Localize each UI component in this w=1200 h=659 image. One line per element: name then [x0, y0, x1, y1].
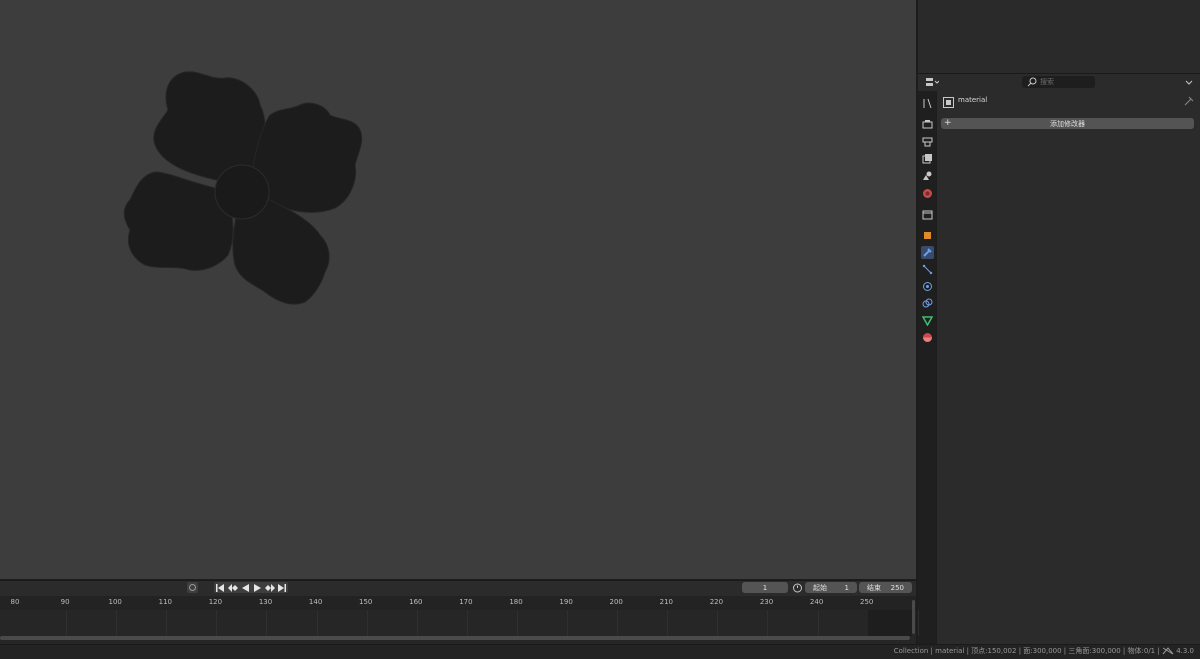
timeline-ruler[interactable]	[0, 596, 916, 610]
end-value: 250	[890, 583, 904, 592]
world-tab-icon[interactable]	[921, 187, 934, 200]
tick-label: 110	[158, 598, 172, 606]
editor-type-icon[interactable]	[925, 77, 940, 88]
timeline-grid-line	[667, 610, 669, 636]
timeline-grid-line	[917, 610, 919, 636]
jump-start-icon[interactable]	[215, 582, 225, 593]
object-tab-icon[interactable]	[921, 229, 934, 242]
output-tab-icon[interactable]	[921, 135, 934, 148]
search-icon	[1027, 77, 1037, 87]
properties-panel	[937, 91, 1200, 644]
tick-label: 90	[60, 598, 70, 606]
tick-label: 150	[359, 598, 373, 606]
flower-mesh[interactable]	[110, 60, 380, 320]
version-label: 4.3.0	[1176, 647, 1194, 655]
add-modifier-button[interactable]: 添加修改器	[941, 118, 1194, 129]
tick-label: 80	[10, 598, 20, 606]
jump-end-icon[interactable]	[277, 582, 287, 593]
object-name-label: material	[958, 96, 988, 104]
timeline-grid-line	[617, 610, 619, 636]
end-label: 结束	[867, 583, 881, 592]
timeline-grid-line	[717, 610, 719, 636]
timeline-grid-line	[266, 610, 268, 636]
timeline-end-region	[868, 610, 912, 636]
timeline-grid-line	[316, 610, 318, 636]
play-reverse-icon[interactable]	[240, 582, 250, 593]
tick-label: 160	[409, 598, 423, 606]
tick-label: 130	[258, 598, 273, 606]
network-icon	[1162, 647, 1174, 655]
modifiers-tab-icon[interactable]	[921, 246, 934, 259]
tick-label: 210	[659, 598, 673, 606]
timeline-grid-line	[466, 610, 468, 636]
search-placeholder: 搜索	[1040, 78, 1054, 86]
timeline-grid-line	[817, 610, 819, 636]
timeline-grid-line	[767, 610, 769, 636]
horizontal-scrollbar[interactable]	[0, 636, 910, 640]
material-tab-icon[interactable]	[921, 331, 934, 344]
tick-label: 230	[759, 598, 774, 606]
tool-tab-icon[interactable]	[921, 97, 934, 110]
scene-statistics: Collection | material | 顶点:150,002 | 面:3…	[893, 647, 1160, 655]
current-frame-field[interactable]: 1	[742, 582, 788, 593]
chevron-down-icon[interactable]	[1184, 77, 1194, 87]
status-info: Collection | material | 顶点:150,002 | 面:3…	[894, 646, 1194, 656]
physics-tab-icon[interactable]	[921, 280, 934, 293]
data-tab-icon[interactable]	[921, 314, 934, 327]
particles-tab-icon[interactable]	[921, 263, 934, 276]
play-icon[interactable]	[252, 582, 262, 593]
scene-tab-icon[interactable]	[921, 169, 934, 182]
plus-icon: +	[944, 118, 952, 128]
timeline-grid-line	[216, 610, 218, 636]
tick-label: 220	[709, 598, 724, 606]
tick-label: 100	[108, 598, 122, 606]
timeline-grid-line	[166, 610, 168, 636]
timeline-grid-line	[516, 610, 518, 636]
start-value: 1	[844, 583, 849, 592]
prev-keyframe-icon[interactable]	[227, 582, 239, 593]
tick-label: 120	[208, 598, 223, 606]
auto-keying-icon[interactable]	[187, 582, 198, 593]
stopwatch-icon[interactable]	[792, 582, 803, 593]
timeline-grid-line	[416, 610, 418, 636]
end-frame-field[interactable]: 结束 250	[859, 582, 912, 593]
timeline-grid-line	[116, 610, 118, 636]
collection-tab-icon[interactable]	[921, 208, 934, 221]
object-icon	[943, 97, 954, 108]
outliner-panel[interactable]	[918, 0, 1200, 74]
flower-center	[214, 164, 270, 220]
timeline-grid-line	[366, 610, 368, 636]
tick-label: 140	[308, 598, 323, 606]
tick-label: 190	[559, 598, 573, 606]
tick-label: 250	[860, 598, 874, 606]
view-layer-tab-icon[interactable]	[921, 152, 934, 165]
start-frame-field[interactable]: 起始 1	[805, 582, 857, 593]
render-tab-icon[interactable]	[921, 118, 934, 131]
vertical-scrollbar[interactable]	[912, 600, 915, 634]
tick-label: 170	[459, 598, 473, 606]
tick-label: 180	[509, 598, 523, 606]
pin-icon[interactable]	[1184, 96, 1194, 106]
tick-label: 240	[809, 598, 824, 606]
timeline-grid-line	[567, 610, 568, 636]
tick-label: 200	[609, 598, 623, 606]
constraints-tab-icon[interactable]	[921, 297, 934, 310]
start-label: 起始	[813, 583, 827, 592]
timeline-grid-line	[66, 610, 67, 636]
next-keyframe-icon[interactable]	[263, 582, 275, 593]
